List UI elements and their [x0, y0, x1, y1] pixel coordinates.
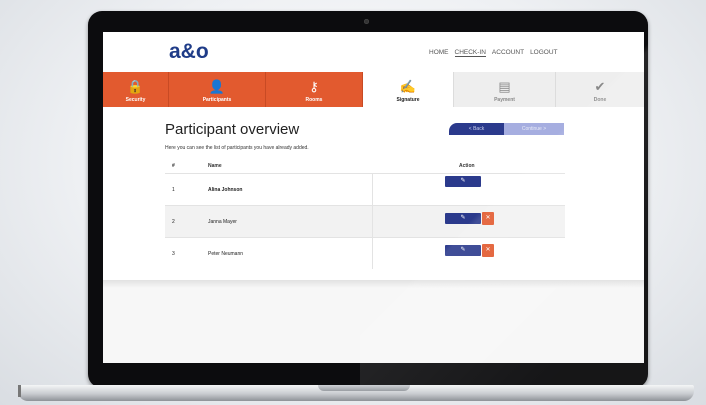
row-number: 1	[172, 187, 175, 193]
table-row: 2 Janna Mayer ✎ ✕	[165, 205, 565, 237]
step-label: Participants	[202, 97, 232, 103]
nav-account[interactable]: ACCOUNT	[492, 49, 524, 57]
key-icon: ⚷	[309, 79, 319, 94]
edit-button[interactable]: ✎	[445, 213, 481, 224]
nav-logout[interactable]: LOGOUT	[530, 49, 557, 57]
check-circle-icon: ✔	[594, 79, 606, 94]
close-icon: ✕	[485, 247, 491, 253]
nav-check-in[interactable]: CHECK-IN	[454, 49, 486, 57]
page-subtitle: Here you can see the list of participant…	[165, 145, 309, 151]
row-number: 2	[172, 219, 175, 225]
participant-name: Janna Mayer	[208, 219, 237, 225]
column-divider	[372, 206, 373, 237]
footer	[103, 288, 644, 363]
step-label: Rooms	[305, 97, 323, 103]
lock-icon: 🔒	[127, 79, 144, 94]
pencil-icon: ✎	[460, 247, 466, 253]
checkin-steps: 🔒 Security 👤 Participants ⚷ Rooms ✍ Sign…	[103, 72, 644, 107]
signature-icon: ✍	[399, 79, 417, 94]
step-security[interactable]: 🔒 Security	[103, 72, 169, 107]
laptop-base-edge	[18, 385, 21, 397]
header: a&o HOME CHECK-IN ACCOUNT LOGOUT	[103, 32, 644, 72]
edit-button[interactable]: ✎	[445, 245, 481, 256]
step-done[interactable]: ✔ Done	[555, 72, 644, 107]
pencil-icon: ✎	[460, 178, 466, 184]
edit-button[interactable]: ✎	[445, 176, 481, 187]
step-signature[interactable]: ✍ Signature	[363, 72, 453, 107]
participants-table: # Name Action 1 Alina Johnson ✎ 2 Janna …	[165, 157, 565, 269]
step-payment[interactable]: ▤ Payment	[453, 72, 555, 107]
step-label: Payment	[494, 97, 515, 103]
laptop-screen: a&o HOME CHECK-IN ACCOUNT LOGOUT 🔒 Secur…	[103, 32, 644, 363]
column-divider	[372, 238, 373, 269]
add-user-icon: 👤	[208, 79, 226, 94]
step-label: Done	[593, 97, 607, 103]
step-label: Signature	[396, 97, 420, 103]
continue-button[interactable]: Continue >	[504, 123, 564, 135]
participant-name: Peter Neumann	[208, 251, 244, 257]
logo: a&o	[169, 40, 209, 63]
back-button[interactable]: < Back	[449, 123, 504, 135]
column-header-action: Action	[459, 163, 475, 169]
close-icon: ✕	[485, 215, 491, 221]
participant-name: Alina Johnson	[208, 187, 243, 193]
delete-button[interactable]: ✕	[482, 212, 494, 225]
delete-button[interactable]: ✕	[482, 244, 494, 257]
step-rooms[interactable]: ⚷ Rooms	[266, 72, 363, 107]
table-header: # Name Action	[165, 157, 565, 173]
row-number: 3	[172, 251, 175, 257]
main-nav: HOME CHECK-IN ACCOUNT LOGOUT	[429, 49, 558, 57]
column-divider	[372, 174, 373, 205]
page-title: Participant overview	[165, 121, 300, 138]
column-header-name: Name	[208, 163, 222, 169]
step-participants[interactable]: 👤 Participants	[169, 72, 266, 107]
footer-divider	[103, 280, 644, 288]
step-label: Security	[125, 97, 146, 103]
webcam-icon	[364, 19, 369, 24]
wallet-icon: ▤	[498, 79, 511, 94]
table-row: 1 Alina Johnson ✎	[165, 173, 565, 205]
nav-home[interactable]: HOME	[429, 49, 449, 57]
laptop-notch	[318, 385, 410, 391]
table-row: 3 Peter Neumann ✎ ✕	[165, 237, 565, 269]
pencil-icon: ✎	[460, 215, 466, 221]
column-header-number: #	[172, 163, 175, 169]
